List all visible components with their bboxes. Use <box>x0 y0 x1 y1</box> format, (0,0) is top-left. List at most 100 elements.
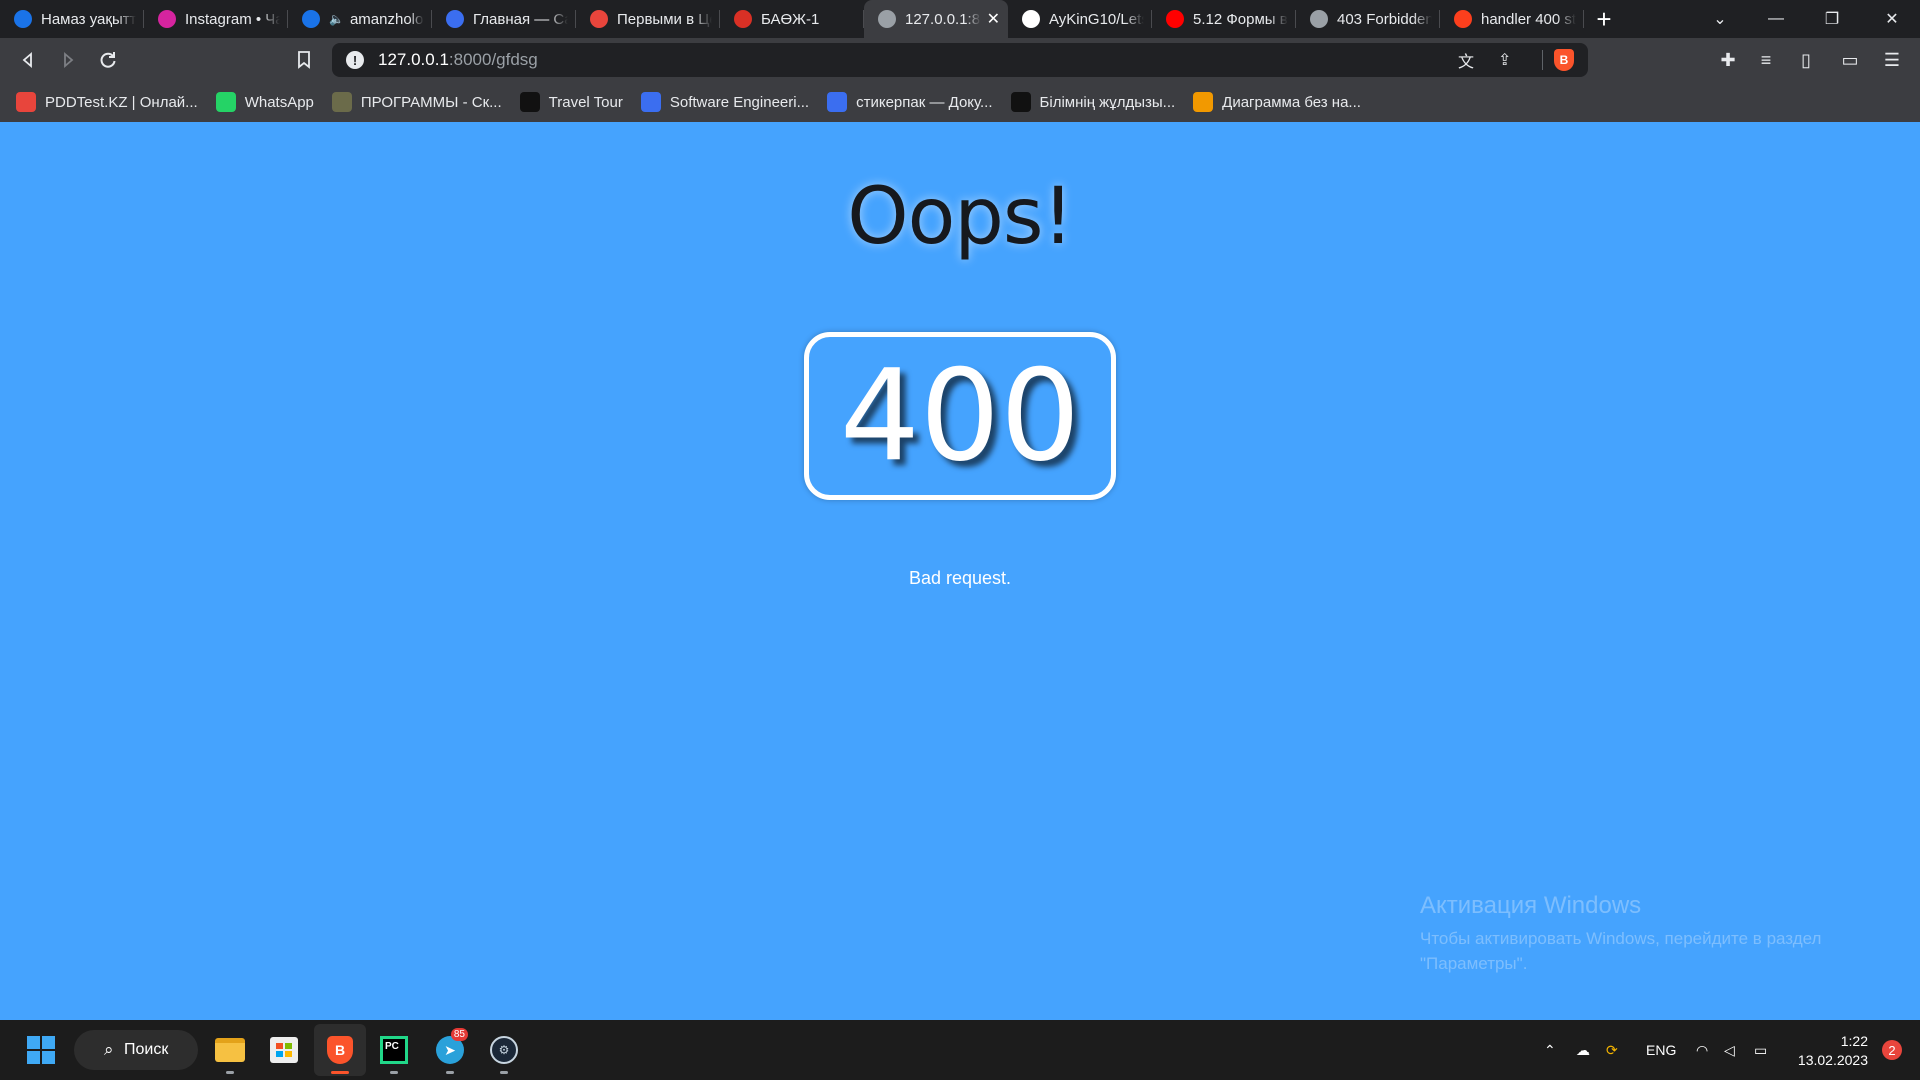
instagram-icon <box>158 10 176 28</box>
github-icon <box>1022 10 1040 28</box>
tab-search-chevron-icon[interactable]: ⌄ <box>1692 0 1748 38</box>
new-tab-button[interactable]: + <box>1584 0 1624 38</box>
bookmark-item[interactable]: Білімнің жұлдызы... <box>1010 92 1176 112</box>
globe-icon <box>1310 10 1328 28</box>
sync-icon[interactable]: ⟳ <box>1606 1020 1618 1080</box>
clock-time: 1:22 <box>1840 1033 1868 1049</box>
tab-title: AyKinG10/LetsGo <box>1049 10 1144 28</box>
windows-logo-icon <box>27 1036 55 1064</box>
steam-button[interactable]: ⚙ <box>478 1024 530 1076</box>
tab[interactable]: Instagram • Чаты <box>144 0 288 38</box>
reload-button[interactable] <box>88 40 128 80</box>
search-label: Поиск <box>124 1041 169 1058</box>
onedrive-error-icon[interactable]: ☁ <box>1576 1020 1590 1080</box>
canva-icon <box>827 92 848 112</box>
telegram-button[interactable]: ➤ 85 <box>424 1024 476 1076</box>
tab[interactable]: 403 Forbidden <box>1296 0 1440 38</box>
tab-separator <box>1583 10 1584 28</box>
diagram-icon <box>1193 92 1214 112</box>
bookmark-icon <box>298 51 310 69</box>
tab[interactable]: AyKinG10/LetsGo <box>1008 0 1152 38</box>
tab[interactable]: Первыми в Цели <box>576 0 720 38</box>
tab[interactable]: 127.0.0.1:8000 ✕ <box>864 0 1008 38</box>
tab-title: БАӨЖ-1 <box>761 10 820 28</box>
file-explorer-button[interactable] <box>204 1024 256 1076</box>
pycharm-icon: PC <box>380 1036 408 1064</box>
bookmark-label: Білімнің жұлдызы... <box>1039 93 1176 111</box>
bookmark-item[interactable]: стикерпак — Доку... <box>827 92 993 112</box>
bookmark-label: PDDTest.KZ | Онлай... <box>45 93 198 111</box>
yandex-icon <box>1454 10 1472 28</box>
bookmark-label: Software Engineeri... <box>669 93 810 111</box>
minimize-button[interactable]: — <box>1748 0 1804 38</box>
bookmark-item[interactable]: Travel Tour <box>519 92 623 112</box>
close-tab-icon[interactable]: ✕ <box>987 9 1000 29</box>
tray-overflow-icon[interactable]: ⌃ <box>1544 1020 1556 1080</box>
extensions-button[interactable]: ✚ <box>1708 40 1748 80</box>
brave-browser-button[interactable]: B <box>314 1024 366 1076</box>
close-window-button[interactable]: ✕ <box>1864 0 1920 38</box>
bookmark-item[interactable]: WhatsApp <box>215 92 314 112</box>
notification-badge[interactable]: 2 <box>1882 1040 1902 1060</box>
tab[interactable]: handler 400 style <box>1440 0 1584 38</box>
taskbar: ⌕ Поиск B PC ➤ 85 ⚙ ⌃ ☁ ⟳ ENG ◠ ◁ ▭ 1:22… <box>0 1020 1920 1080</box>
bookmark-item[interactable]: Software Engineeri... <box>640 92 810 112</box>
playlist-button[interactable]: ≡ <box>1746 40 1786 80</box>
tab-strip: Намаз уақыттары Instagram • Чаты 🔈 amanzhol… <box>0 0 1920 38</box>
restore-button[interactable]: ❐ <box>1804 0 1860 38</box>
globe-icon <box>878 10 896 28</box>
red-flower-icon <box>734 10 752 28</box>
clock-date: 13.02.2023 <box>1797 1052 1868 1068</box>
url-path: :8000/gfdsg <box>448 50 538 69</box>
language-indicator[interactable]: ENG <box>1646 1020 1676 1080</box>
taskbar-clock[interactable]: 1:22 13.02.2023 <box>1798 1032 1868 1070</box>
tab-title: Первыми в Цели <box>617 10 712 28</box>
playlist-icon: ≡ <box>1760 49 1772 70</box>
hamburger-menu-icon: ☰ <box>1883 49 1901 70</box>
back-button[interactable] <box>8 40 48 80</box>
tab-title: Instagram • Чаты <box>185 10 280 28</box>
info-icon[interactable]: ! <box>346 51 364 69</box>
url-text[interactable]: 127.0.0.1:8000/gfdsg <box>378 50 538 70</box>
sidebar-button[interactable]: ▯ <box>1786 40 1826 80</box>
share-icon[interactable]: ⇪ <box>1498 50 1511 70</box>
steam-icon: ⚙ <box>490 1036 518 1064</box>
wifi-icon[interactable]: ◠ <box>1696 1020 1708 1080</box>
battery-icon[interactable]: ▭ <box>1754 1020 1767 1080</box>
microsoft-store-button[interactable] <box>258 1024 310 1076</box>
t-logo-icon <box>519 92 540 112</box>
address-bar[interactable]: ! 127.0.0.1:8000/gfdsg 文 ⇪ B <box>332 43 1588 77</box>
audio-playing-icon[interactable]: 🔈 <box>329 12 344 26</box>
tab[interactable]: БАӨЖ-1 <box>720 0 864 38</box>
bookmark-page-button[interactable] <box>284 40 324 80</box>
tab[interactable]: Намаз уақыттары <box>0 0 144 38</box>
url-host: 127.0.0.1 <box>378 50 449 69</box>
tab[interactable]: 🔈 amanzholov <box>288 0 432 38</box>
store-icon <box>270 1037 298 1063</box>
d-logo-icon <box>1010 92 1031 112</box>
forward-button[interactable] <box>48 40 88 80</box>
media-play-icon <box>302 10 320 28</box>
pycharm-button[interactable]: PC <box>368 1024 420 1076</box>
tab-title: Главная — Canva <box>473 10 568 28</box>
error-code: 400 <box>839 342 1081 489</box>
brave-logo-icon: B <box>327 1036 353 1064</box>
volume-icon[interactable]: ◁ <box>1724 1020 1735 1080</box>
youtube-icon <box>1166 10 1184 28</box>
sidebar-icon: ▯ <box>1801 49 1811 70</box>
s-logo-icon <box>331 92 352 112</box>
wallet-button[interactable]: ▭ <box>1830 40 1870 80</box>
start-button[interactable] <box>15 1024 67 1076</box>
puzzle-icon: ✚ <box>1720 49 1736 70</box>
omnibox-divider <box>1542 50 1543 70</box>
bookmark-item[interactable]: ПРОГРАММЫ - Ск... <box>331 92 502 112</box>
bookmark-item[interactable]: PDDTest.KZ | Онлай... <box>16 92 198 112</box>
bookmark-item[interactable]: Диаграмма без на... <box>1193 92 1361 112</box>
taskbar-search[interactable]: ⌕ Поиск <box>74 1030 198 1070</box>
brave-shields-icon[interactable]: B <box>1554 49 1574 71</box>
translate-icon[interactable]: 文 <box>1458 48 1474 72</box>
tab[interactable]: Главная — Canva <box>432 0 576 38</box>
canva-icon <box>640 92 661 112</box>
menu-button[interactable]: ☰ <box>1872 40 1912 80</box>
tab[interactable]: 5.12 Формы в Django <box>1152 0 1296 38</box>
